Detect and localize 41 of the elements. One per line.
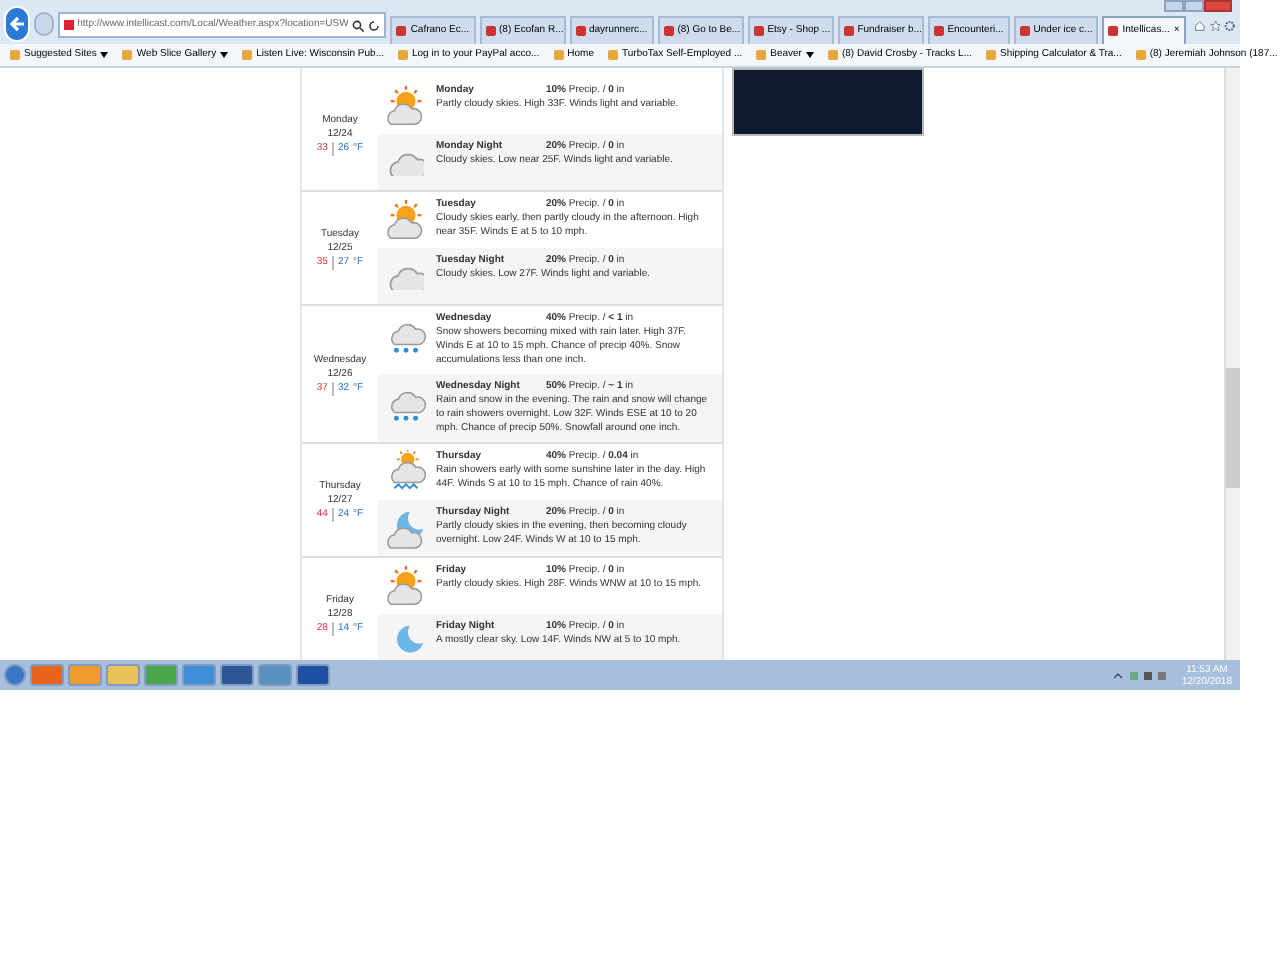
site-icon xyxy=(843,26,854,36)
page-icon xyxy=(1135,50,1146,60)
start-button[interactable] xyxy=(4,664,26,686)
sun-cloud-icon xyxy=(384,198,428,242)
sun-cloud-icon xyxy=(384,564,428,608)
star-icon[interactable] xyxy=(1209,18,1221,34)
page-icon xyxy=(608,50,618,60)
sun-cloud-icon xyxy=(384,84,428,128)
page-icon xyxy=(985,50,996,60)
scrollbar[interactable] xyxy=(1224,68,1240,660)
site-icon xyxy=(663,26,674,36)
site-icon xyxy=(753,26,764,36)
page-icon xyxy=(827,50,838,60)
arrow-left-icon xyxy=(7,14,28,34)
dropdown-icon xyxy=(805,52,814,58)
dropdown-icon xyxy=(100,52,109,58)
site-icon xyxy=(575,26,585,36)
moon-cloud-icon xyxy=(384,506,428,550)
page-icon xyxy=(63,20,74,30)
search-icon xyxy=(352,19,365,31)
page-icon xyxy=(242,50,253,60)
site-icon xyxy=(485,26,495,36)
minimize-button[interactable] xyxy=(1164,0,1184,12)
site-icon xyxy=(1108,26,1119,36)
scrollbar-thumb[interactable] xyxy=(1226,368,1240,488)
maximize-button[interactable] xyxy=(1184,0,1204,12)
page-icon xyxy=(398,50,408,60)
home-icon[interactable] xyxy=(1193,18,1206,34)
settings-icon[interactable] xyxy=(1224,18,1236,34)
dropdown-icon xyxy=(220,52,229,58)
page-icon xyxy=(10,50,20,60)
page-icon xyxy=(122,50,133,60)
cloud-icon xyxy=(388,149,424,175)
cloud-icon xyxy=(388,263,424,289)
site-icon xyxy=(1019,26,1030,36)
page-icon xyxy=(756,50,767,60)
refresh-icon xyxy=(368,19,381,31)
site-icon xyxy=(396,26,407,36)
back-button[interactable] xyxy=(4,6,31,42)
page-icon xyxy=(553,50,564,60)
site-icon xyxy=(933,26,944,36)
